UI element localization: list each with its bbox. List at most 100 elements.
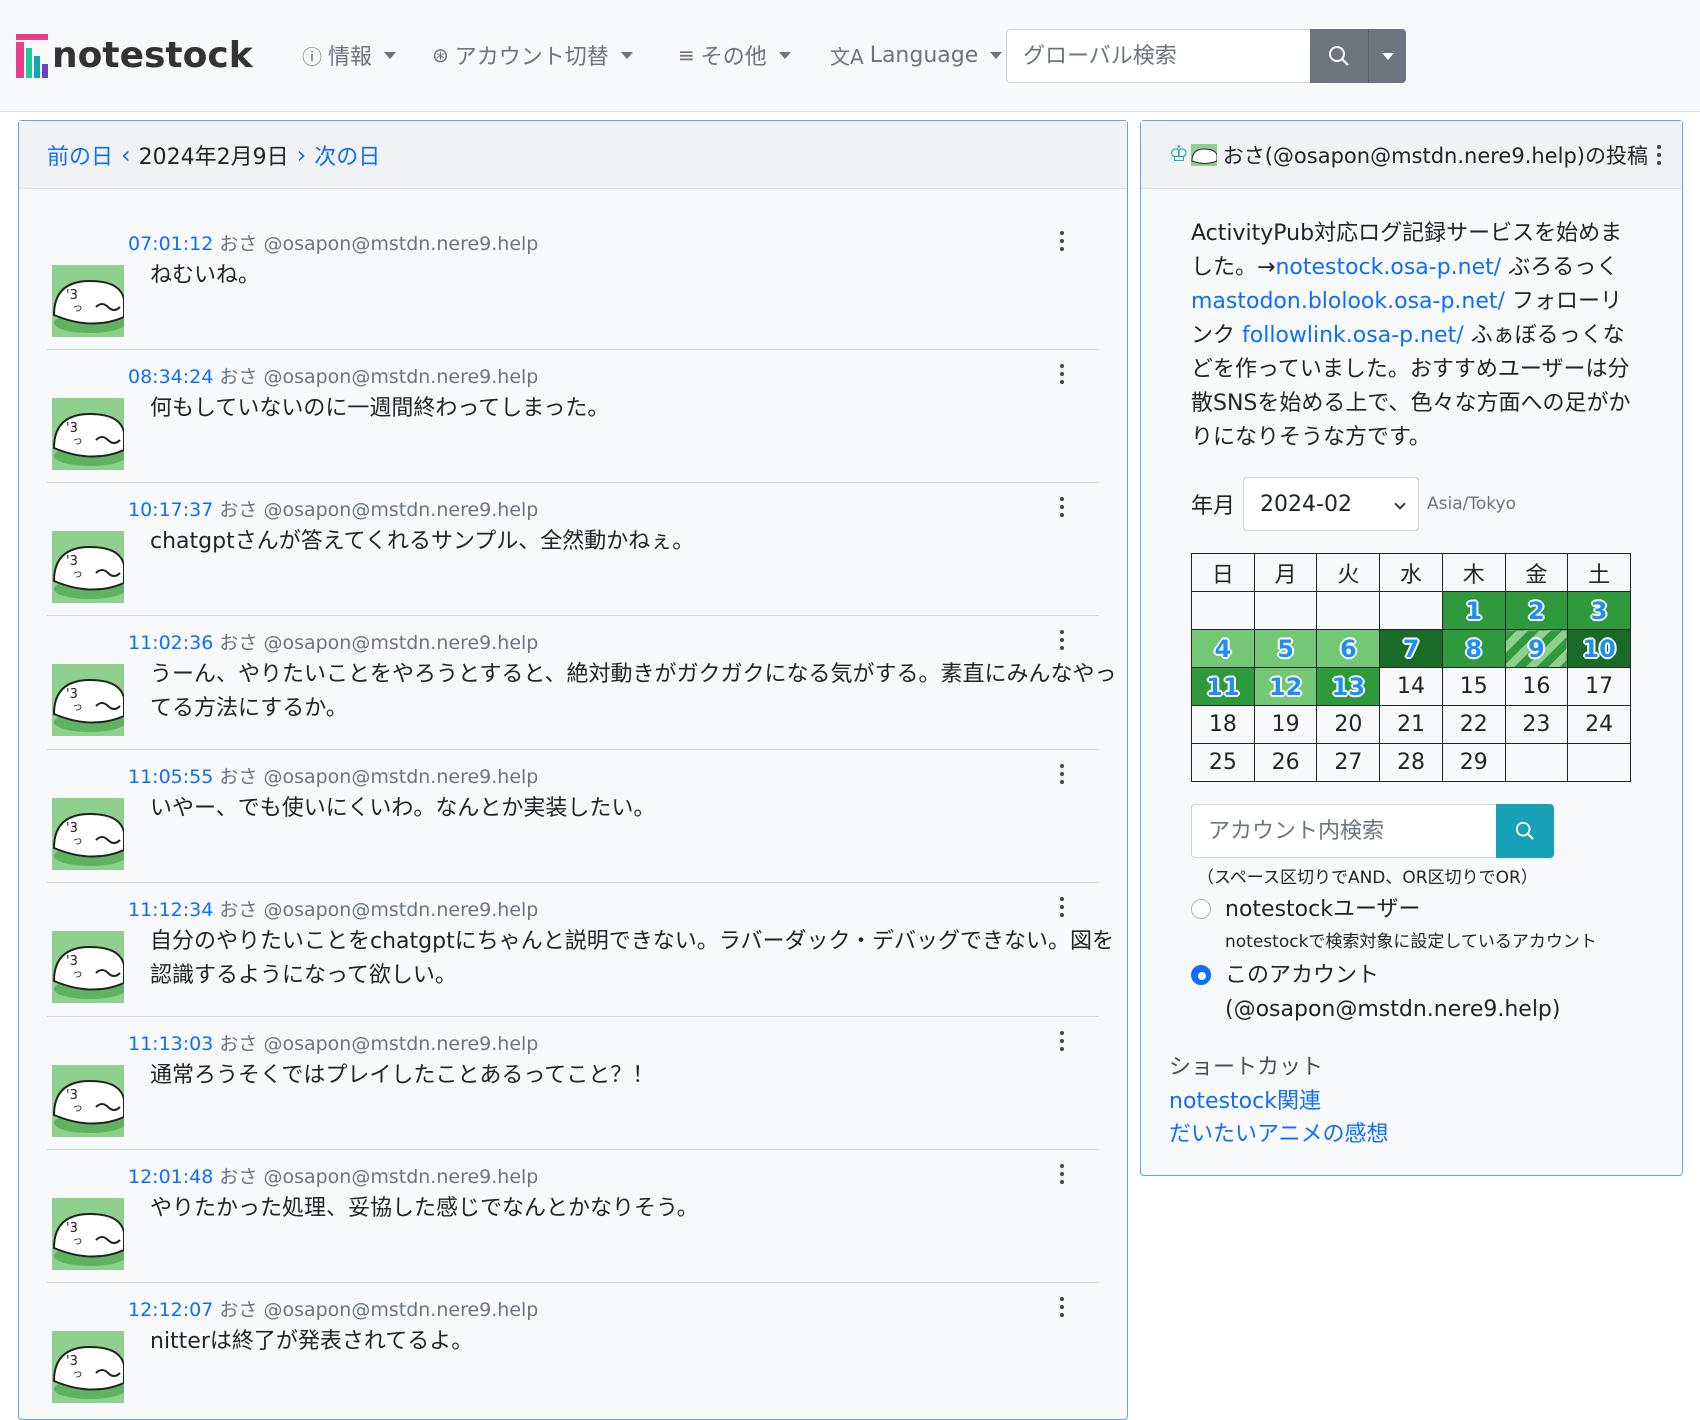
radio-button[interactable]	[1191, 899, 1211, 919]
avatar[interactable]: '3 っ	[52, 664, 124, 736]
more-options-icon[interactable]	[1059, 630, 1065, 652]
calendar-week-row: 4 5 6 7 8 9 10	[1191, 629, 1631, 668]
post-item: 11:12:34 おさ @osapon@mstdn.nere9.help '3 っ…	[47, 883, 1114, 1017]
svg-text:っ: っ	[72, 700, 83, 713]
calendar-day[interactable]: 11	[1191, 667, 1255, 706]
post-time-link[interactable]: 11:02:36	[128, 632, 213, 654]
calendar-day[interactable]: 12	[1253, 667, 1318, 706]
calendar-day[interactable]: 8	[1441, 629, 1506, 668]
search-scope-notestock-users[interactable]: notestockユーザー notestockで検索対象に設定しているアカウント	[1191, 893, 1597, 952]
more-options-icon[interactable]	[1059, 1031, 1065, 1053]
post-time-link[interactable]: 11:13:03	[128, 1033, 213, 1055]
avatar[interactable]: '3 っ	[52, 265, 124, 337]
nav-language-label: Language	[869, 42, 979, 68]
calendar-day[interactable]: 2	[1504, 591, 1569, 630]
weekday-label: 日	[1191, 553, 1255, 592]
nav-other-menu[interactable]: ≡ その他	[678, 40, 791, 70]
calendar-day[interactable]: 4	[1191, 629, 1255, 668]
post-author-name: おさ	[219, 499, 258, 521]
chevron-left-icon: ‹	[121, 140, 131, 169]
shortcuts-title: ショートカット	[1169, 1055, 1324, 1080]
calendar-day-link[interactable]: 3	[1591, 597, 1608, 625]
avatar[interactable]: '3 っ	[52, 931, 124, 1003]
more-options-icon[interactable]	[1059, 897, 1065, 919]
search-scope-this-account[interactable]: このアカウント (@osapon@mstdn.nere9.help)	[1191, 959, 1560, 1027]
calendar-day-link[interactable]: 10	[1582, 635, 1615, 663]
svg-text:っ: っ	[72, 567, 83, 580]
post-time-link[interactable]: 07:01:12	[128, 233, 213, 255]
nav-account-switch-menu[interactable]: ⊛ アカウント切替	[432, 40, 633, 70]
bio-link[interactable]: notestock.osa-p.net/	[1275, 255, 1501, 280]
calendar-day-link[interactable]: 11	[1206, 673, 1239, 701]
post-time-link[interactable]: 12:01:48	[128, 1166, 213, 1188]
avatar[interactable]: '3 っ	[52, 1198, 124, 1270]
day-navigation: 前の日 ‹ 2024年2月9日 › 次の日	[19, 121, 1127, 189]
calendar-day-empty	[1253, 591, 1318, 630]
post-author-name: おさ	[219, 366, 258, 388]
calendar-day[interactable]: 3	[1567, 591, 1631, 630]
avatar	[1190, 143, 1217, 166]
post-time-link[interactable]: 08:34:24	[128, 366, 213, 388]
account-search-button[interactable]	[1496, 804, 1554, 858]
more-options-icon[interactable]	[1059, 497, 1065, 519]
calendar-day: 28	[1379, 743, 1443, 782]
calendar-day[interactable]: 5	[1253, 629, 1318, 668]
more-options-icon[interactable]	[1059, 764, 1065, 786]
global-search-button[interactable]	[1310, 29, 1368, 83]
shortcut-link[interactable]: notestock関連	[1169, 1083, 1321, 1115]
account-search-input[interactable]	[1191, 804, 1496, 858]
calendar-day[interactable]: 6	[1316, 629, 1381, 668]
post-author-handle: @osapon@mstdn.nere9.help	[263, 233, 539, 255]
avatar[interactable]: '3 っ	[52, 1331, 124, 1403]
global-search-options-button[interactable]	[1368, 29, 1406, 83]
shortcut-link[interactable]: だいたいアニメの感想	[1169, 1116, 1389, 1148]
more-options-icon[interactable]	[1656, 144, 1662, 165]
next-day-link[interactable]: 次の日	[314, 139, 380, 171]
bio-link[interactable]: followlink.osa-p.net/	[1242, 323, 1464, 348]
chevron-down-icon	[620, 51, 633, 59]
avatar[interactable]: '3 っ	[52, 531, 124, 603]
prev-day-link[interactable]: 前の日	[47, 139, 113, 171]
post-time-link[interactable]: 11:05:55	[128, 766, 213, 788]
more-options-icon[interactable]	[1059, 1297, 1065, 1319]
more-options-icon[interactable]	[1059, 364, 1065, 386]
post-time-link[interactable]: 11:12:34	[128, 899, 213, 921]
post-time-link[interactable]: 10:17:37	[128, 499, 213, 521]
calendar-day-link[interactable]: 12	[1269, 673, 1302, 701]
calendar-day[interactable]: 13	[1316, 667, 1381, 706]
bio-link[interactable]: mastodon.blolook.osa-p.net/	[1191, 289, 1505, 314]
avatar[interactable]: '3 っ	[52, 398, 124, 470]
year-month-select[interactable]: 2024-02	[1243, 477, 1420, 531]
calendar-day-link[interactable]: 13	[1332, 673, 1365, 701]
calendar-day-link[interactable]: 7	[1403, 635, 1420, 663]
calendar-day-link[interactable]: 6	[1340, 635, 1357, 663]
calendar-day[interactable]: 10	[1567, 629, 1631, 668]
post-time-link[interactable]: 12:12:07	[128, 1299, 213, 1321]
calendar-day-link[interactable]: 8	[1465, 635, 1482, 663]
avatar[interactable]: '3 っ	[52, 1065, 124, 1137]
logo[interactable]: notestock	[16, 34, 253, 78]
translate-icon: 文A	[830, 44, 864, 69]
calendar-day-link[interactable]: 5	[1277, 635, 1294, 663]
post-meta: 11:12:34 おさ @osapon@mstdn.nere9.help	[128, 895, 538, 922]
radio-button-checked[interactable]	[1191, 965, 1211, 985]
avatar[interactable]: '3 っ	[52, 798, 124, 870]
calendar-day[interactable]: 1	[1441, 591, 1506, 630]
calendar-day[interactable]: 7	[1379, 629, 1443, 668]
calendar-day-link[interactable]: 4	[1215, 635, 1232, 663]
nav-language-menu[interactable]: 文A Language	[830, 40, 1003, 70]
calendar-day-link[interactable]: 9	[1528, 635, 1545, 663]
calendar-day-link[interactable]: 2	[1528, 597, 1545, 625]
more-options-icon[interactable]	[1059, 1164, 1065, 1186]
radio-label: このアカウント	[1225, 963, 1380, 988]
radio-sublabel: notestockで検索対象に設定しているアカウント	[1225, 932, 1597, 952]
nav-info-menu[interactable]: ⓘ 情報	[302, 40, 397, 70]
calendar-day: 29	[1441, 743, 1506, 782]
global-search-input[interactable]	[1006, 29, 1310, 83]
calendar-day-selected[interactable]: 9	[1504, 629, 1569, 668]
more-options-icon[interactable]	[1059, 231, 1065, 253]
calendar-day: 26	[1253, 743, 1318, 782]
calendar-day-link[interactable]: 1	[1465, 597, 1482, 625]
post-list: 07:01:12 おさ @osapon@mstdn.nere9.help '3 っ…	[47, 217, 1116, 1416]
calendar-day: 25	[1191, 743, 1255, 782]
